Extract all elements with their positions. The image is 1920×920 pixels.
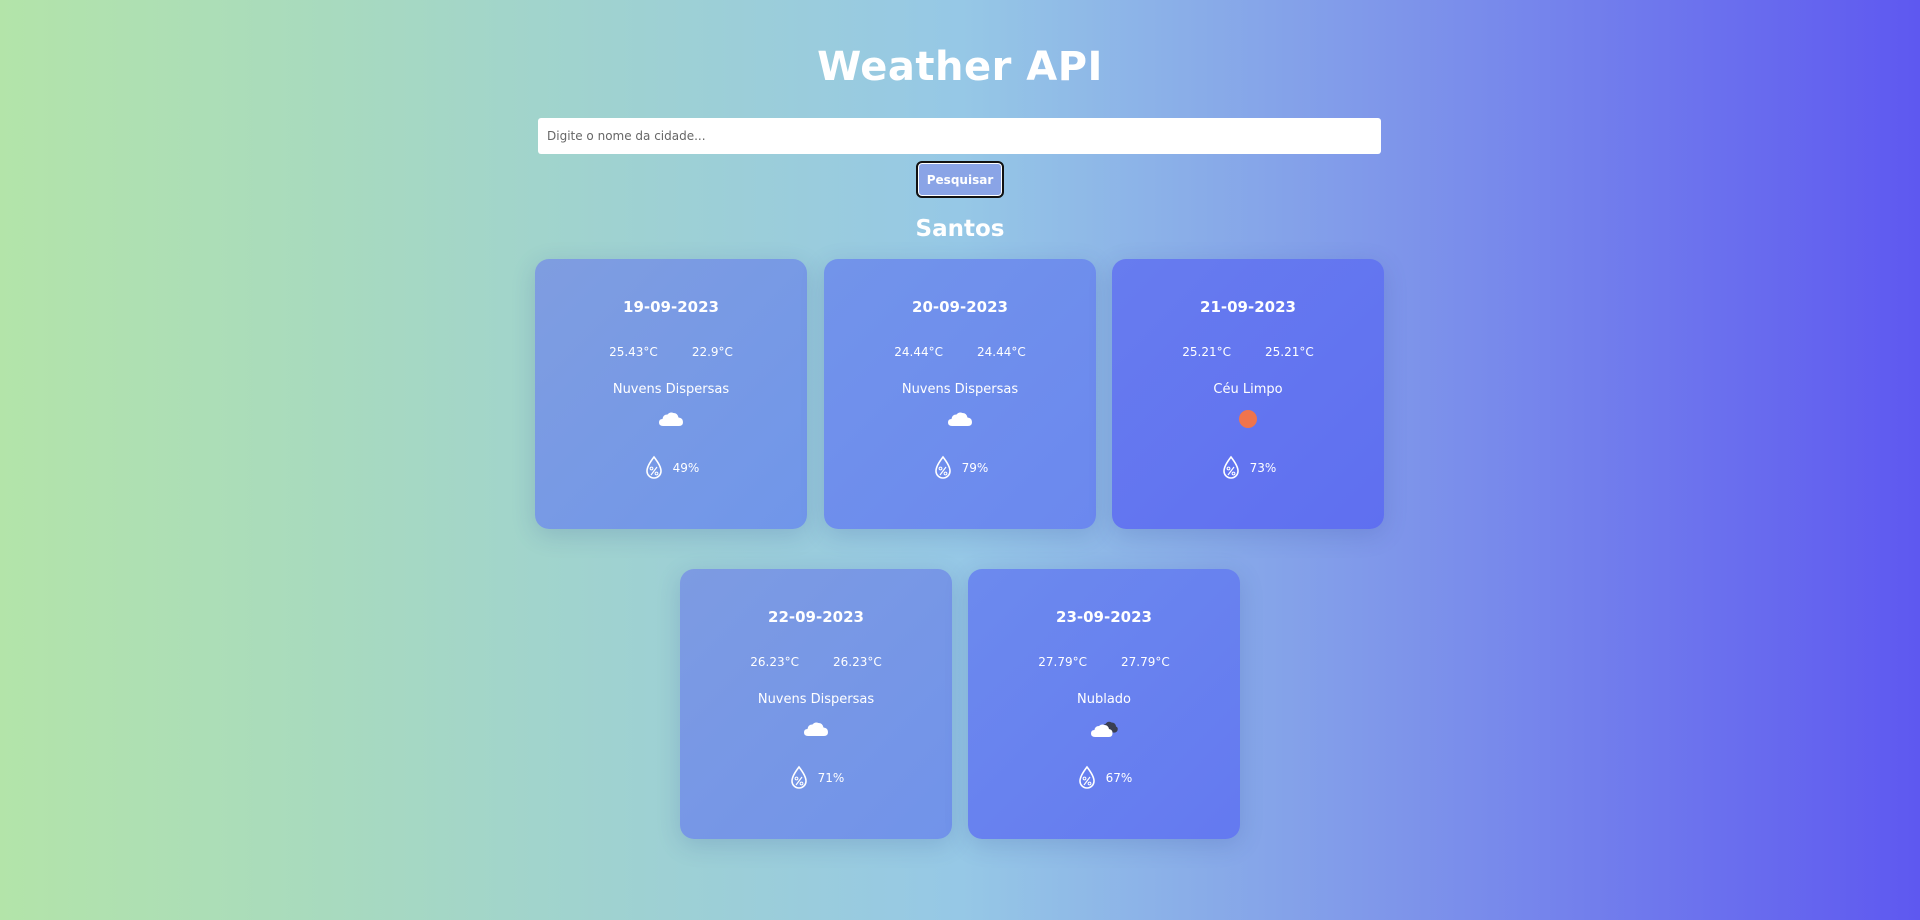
- temperature-row: 26.23°C 26.23°C: [680, 655, 952, 669]
- humidity-drop-icon: [1078, 765, 1095, 789]
- humidity-drop-icon: [934, 455, 951, 479]
- humidity-value: 73%: [1249, 461, 1277, 475]
- forecast-card: 22-09-2023 26.23°C 26.23°C Nuvens Disper…: [680, 569, 952, 839]
- cloud-icon: [804, 722, 828, 736]
- temperature-row: 25.21°C 25.21°C: [1112, 345, 1384, 359]
- forecast-date: 23-09-2023: [1056, 608, 1152, 626]
- forecast-card: 20-09-2023 24.44°C 24.44°C Nuvens Disper…: [824, 259, 1096, 529]
- weather-description: Nublado: [1077, 692, 1131, 707]
- humidity-row: 71%: [680, 765, 952, 791]
- weather-description: Nuvens Dispersas: [612, 382, 730, 397]
- temp-min: 22.9°C: [691, 345, 733, 359]
- humidity-value: 49%: [672, 461, 700, 475]
- sun-icon: [1239, 410, 1257, 428]
- temp-min: 26.23°C: [833, 655, 882, 669]
- humidity-value: 71%: [817, 771, 845, 785]
- humidity-drop-icon: [1222, 455, 1239, 479]
- city-name: Santos: [915, 216, 1005, 242]
- weather-description: Céu Limpo: [1213, 382, 1283, 397]
- temp-min: 27.79°C: [1121, 655, 1170, 669]
- temp-max: 24.44°C: [894, 345, 943, 359]
- city-search-input[interactable]: [538, 118, 1381, 154]
- humidity-value: 79%: [961, 461, 989, 475]
- search-button[interactable]: Pesquisar: [916, 161, 1004, 198]
- humidity-row: 49%: [535, 455, 807, 481]
- humidity-drop-icon: [645, 455, 662, 479]
- humidity-row: 79%: [824, 455, 1096, 481]
- temp-min: 24.44°C: [977, 345, 1026, 359]
- forecast-card: 21-09-2023 25.21°C 25.21°C Céu Limpo 73%: [1112, 259, 1384, 529]
- forecast-date: 20-09-2023: [912, 298, 1008, 316]
- forecast-card: 19-09-2023 25.43°C 22.9°C Nuvens Dispers…: [535, 259, 807, 529]
- humidity-value: 67%: [1105, 771, 1133, 785]
- page-title: Weather API: [817, 44, 1103, 90]
- humidity-row: 67%: [968, 765, 1240, 791]
- forecast-date: 21-09-2023: [1200, 298, 1296, 316]
- weather-description: Nuvens Dispersas: [901, 382, 1019, 397]
- forecast-card: 23-09-2023 27.79°C 27.79°C Nublado 67%: [968, 569, 1240, 839]
- cloud-icon: [659, 412, 683, 426]
- temperature-row: 24.44°C 24.44°C: [824, 345, 1096, 359]
- temperature-row: 27.79°C 27.79°C: [968, 655, 1240, 669]
- temp-min: 25.21°C: [1265, 345, 1314, 359]
- temp-max: 25.21°C: [1182, 345, 1231, 359]
- temp-max: 26.23°C: [750, 655, 799, 669]
- humidity-row: 73%: [1112, 455, 1384, 481]
- temperature-row: 25.43°C 22.9°C: [535, 345, 807, 359]
- broken-clouds-icon: [1091, 721, 1118, 737]
- temp-max: 25.43°C: [609, 345, 658, 359]
- forecast-date: 22-09-2023: [768, 608, 864, 626]
- temp-max: 27.79°C: [1038, 655, 1087, 669]
- humidity-drop-icon: [790, 765, 807, 789]
- cloud-icon: [948, 412, 972, 426]
- weather-description: Nuvens Dispersas: [757, 692, 875, 707]
- forecast-date: 19-09-2023: [623, 298, 719, 316]
